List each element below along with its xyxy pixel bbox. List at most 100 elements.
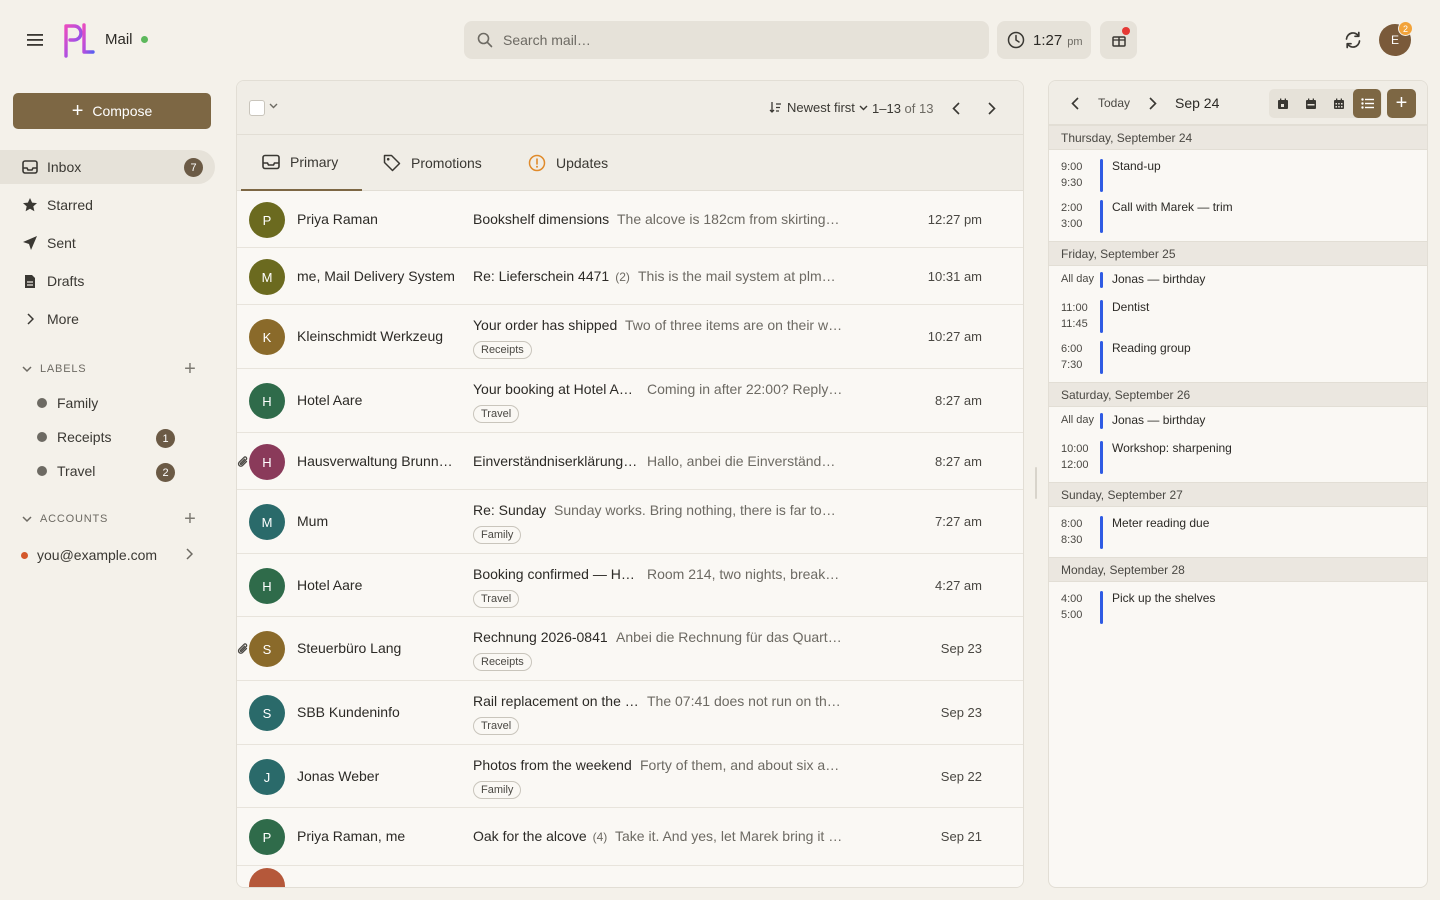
calendar-event[interactable]: 2:00 3:00 Call with Marek — trim — [1049, 192, 1427, 233]
mail-row[interactable]: P Priya Raman, me Oak for the alcove (4) Tak… — [237, 808, 1023, 866]
mail-snippet: The 07:41 does not run on th… — [647, 693, 841, 709]
mail-subject: Oak for the alcove (4) — [473, 828, 607, 844]
label-item-receipts[interactable]: Receipts — [37, 429, 111, 445]
view-week-button[interactable] — [1297, 89, 1325, 118]
mail-label-tag[interactable]: Family — [473, 526, 522, 544]
send-icon — [22, 235, 38, 251]
gift-button[interactable] — [1100, 21, 1137, 59]
sender-name: Mum — [297, 513, 329, 529]
mail-row[interactable]: S SBB Kundeninfo Rail replacement on the …… — [237, 681, 1023, 745]
mail-label-tag[interactable]: Travel — [473, 590, 520, 608]
mail-subject: Photos from the weekend — [473, 757, 632, 773]
mail-label-tag[interactable]: Family — [473, 781, 522, 799]
compose-button[interactable]: + Compose — [13, 93, 211, 129]
mail-row[interactable]: K Kleinschmidt Werkzeug Your order has shi… — [237, 305, 1023, 369]
add-event-button[interactable]: + — [1387, 89, 1416, 118]
event-color-bar — [1100, 272, 1103, 288]
mail-row[interactable]: Mme, Mail Delivery System Re: Lieferschei… — [237, 248, 1023, 305]
refresh-button[interactable] — [1340, 27, 1366, 53]
event-end-time: 12:00 — [1061, 459, 1089, 471]
mail-row[interactable]: P Priya Raman Bookshelf dimensions The alco… — [237, 191, 1023, 248]
event-title: Workshop: sharpening — [1112, 441, 1232, 455]
mail-time: 8:27 am — [935, 454, 982, 469]
mail-list-panel: Newest first 1–13 of 13 Primary Promotio… — [236, 80, 1024, 888]
online-status-dot — [141, 36, 148, 43]
app-logo[interactable] — [62, 22, 96, 58]
account-item[interactable]: you@example.com — [21, 545, 201, 565]
calendar-event[interactable]: 6:00 7:30 Reading group — [1049, 333, 1427, 374]
sidebar-item-starred[interactable]: Starred — [0, 188, 215, 222]
hamburger-icon — [27, 34, 43, 46]
subject-text: Rechnung 2026-0841 — [473, 629, 608, 645]
event-title: Call with Marek — trim — [1112, 200, 1233, 214]
calendar-event[interactable]: 11:00 11:45 Dentist — [1049, 292, 1427, 333]
calendar-today-button[interactable]: Today — [1098, 96, 1130, 110]
attachment-icon — [237, 642, 249, 656]
clock-widget[interactable]: 1:27 pm — [997, 21, 1091, 59]
inbox-icon — [262, 154, 280, 170]
mail-snippet: Anbei die Rechnung für das Quart… — [616, 629, 842, 645]
sidebar-item-inbox[interactable]: Inbox 7 — [0, 150, 215, 184]
sort-dropdown[interactable]: Newest first — [769, 100, 868, 115]
chevron-down-icon[interactable] — [269, 103, 278, 109]
mail-row[interactable]: S Steuerbüro Lang Rechnung 2026-0841 Anbei … — [237, 617, 1023, 681]
label-item-family[interactable]: Family — [37, 395, 98, 411]
tab-promotions[interactable]: Promotions — [383, 135, 482, 191]
mail-row[interactable]: H Hausverwaltung Brunne… Einverständniserk… — [237, 433, 1023, 490]
view-day-button[interactable] — [1269, 89, 1297, 118]
pagination-range: 1–13 of 13 — [872, 101, 933, 116]
calendar-prev-button[interactable] — [1066, 94, 1084, 112]
calendar-next-button[interactable] — [1144, 94, 1162, 112]
tab-updates[interactable]: Updates — [528, 135, 608, 191]
mail-tabs: Primary Promotions Updates — [237, 135, 1023, 191]
mail-label-tag[interactable]: Travel — [473, 717, 520, 735]
mail-row[interactable] — [237, 866, 1023, 887]
view-agenda-button[interactable] — [1353, 89, 1381, 118]
mail-snippet: Coming in after 22:00? Reply… — [647, 381, 843, 397]
labels-section-toggle[interactable]: LABELS — [22, 363, 86, 375]
sender-avatar: S — [249, 695, 285, 731]
mail-label-tag[interactable]: Receipts — [473, 653, 532, 671]
add-account-button[interactable]: + — [181, 508, 199, 530]
calendar-event[interactable]: 9:00 9:30 Stand-up — [1049, 151, 1427, 192]
event-color-bar — [1100, 341, 1103, 374]
label-name: Travel — [57, 463, 96, 479]
subject-text: Re: Lieferschein 4471 — [473, 268, 610, 284]
sidebar-item-drafts[interactable]: Drafts — [0, 264, 215, 298]
calendar-event[interactable]: All day Jonas — birthday — [1049, 408, 1427, 433]
mail-row[interactable]: H Hotel Aare Booking confirmed — Ho… Room 2… — [237, 554, 1023, 617]
tab-primary[interactable]: Primary — [241, 135, 362, 191]
panel-resize-handle[interactable] — [1035, 467, 1037, 499]
mail-label-tag[interactable]: Travel — [473, 405, 520, 423]
mail-time: 12:27 pm — [927, 212, 982, 227]
calendar-event[interactable]: All day Jonas — birthday — [1049, 267, 1427, 292]
labels-section-title: LABELS — [40, 363, 87, 375]
previous-page-button[interactable] — [947, 99, 965, 117]
mail-snippet: The alcove is 182cm from skirting … — [617, 211, 843, 227]
mail-time: Sep 22 — [940, 769, 982, 784]
next-page-button[interactable] — [983, 99, 1001, 117]
mail-snippet: Two of three items are on their w… — [625, 317, 843, 333]
menu-button[interactable] — [20, 25, 50, 55]
sender-avatar: P — [249, 202, 285, 238]
calendar-event[interactable]: 4:00 5:00 Pick up the shelves — [1049, 583, 1427, 624]
mail-row[interactable]: H Hotel Aare Your booking at Hotel Aa… Comi… — [237, 369, 1023, 433]
add-label-button[interactable]: + — [181, 358, 199, 380]
mail-time: Sep 21 — [940, 829, 982, 844]
accounts-section-toggle[interactable]: ACCOUNTS — [22, 513, 108, 525]
calendar-event[interactable]: 8:00 8:30 Meter reading due — [1049, 508, 1427, 549]
search-bar[interactable] — [464, 21, 989, 59]
event-color-bar — [1100, 441, 1103, 474]
sidebar-item-more[interactable]: More — [0, 302, 215, 336]
calendar-event[interactable]: 10:00 12:00 Workshop: sharpening — [1049, 433, 1427, 474]
mail-row[interactable]: M Mum Re: Sunday Sunday works. Bring nothin… — [237, 490, 1023, 554]
event-end-time: 9:30 — [1061, 177, 1083, 189]
view-month-button[interactable] — [1325, 89, 1353, 118]
search-input[interactable] — [503, 32, 963, 48]
sender-name: Kleinschmidt Werkzeug — [297, 328, 444, 344]
label-item-travel[interactable]: Travel — [37, 463, 95, 479]
select-all-checkbox[interactable] — [249, 100, 265, 116]
sidebar-item-sent[interactable]: Sent — [0, 226, 215, 260]
mail-label-tag[interactable]: Receipts — [473, 341, 532, 359]
mail-row[interactable]: J Jonas Weber Photos from the weekend Forty… — [237, 745, 1023, 808]
